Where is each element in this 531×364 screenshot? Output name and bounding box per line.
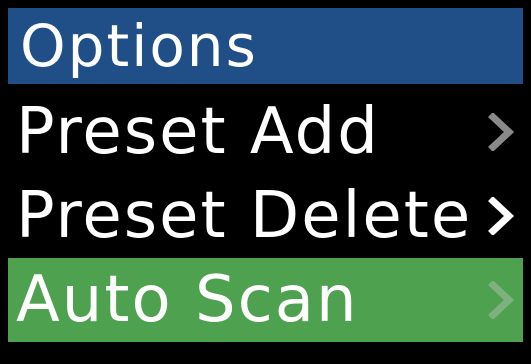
options-header: Options [8,8,523,84]
chevron-right-icon [487,197,515,235]
menu-item-preset-add[interactable]: Preset Add [8,90,523,174]
menu-item-auto-scan[interactable]: Auto Scan [8,258,523,342]
chevron-right-icon [487,113,515,151]
device-screen: Options Preset Add Preset Delete Auto Sc… [0,0,531,364]
menu-item-preset-delete[interactable]: Preset Delete [8,174,523,258]
menu-item-label: Preset Add [16,95,380,169]
menu-item-label: Auto Scan [16,263,359,337]
chevron-right-icon [487,281,515,319]
menu-item-label: Preset Delete [16,179,473,253]
options-menu: Preset Add Preset Delete Auto Scan [8,90,523,342]
page-title: Options [20,12,258,80]
